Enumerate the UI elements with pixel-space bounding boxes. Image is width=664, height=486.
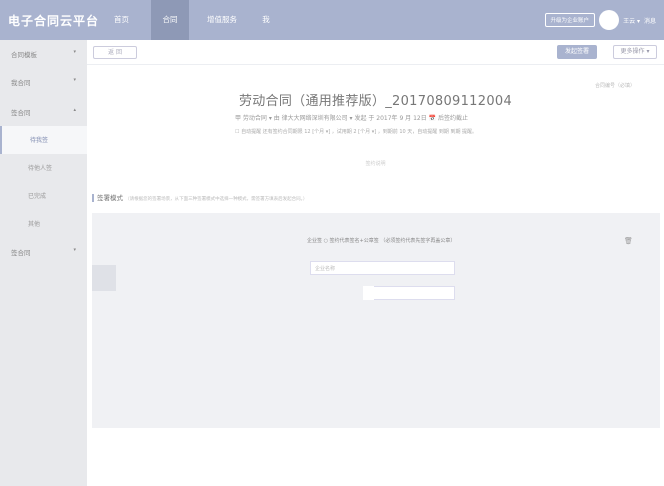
chevron-down-icon: ▾ xyxy=(73,49,76,55)
sidebar-sub-to-sign[interactable]: 待我签 xyxy=(0,126,87,154)
sidebar-sub-others-sign[interactable]: 待他人签 xyxy=(0,154,87,182)
section-title: 签署模式 xyxy=(97,194,123,202)
chevron-down-icon: ▾ xyxy=(73,77,76,83)
sidebar-sub-label: 其他 xyxy=(28,221,41,228)
signature-option-row[interactable]: 企业签 ○ 签约代表签名+公章签 （必须签约代表先签字再盖公章） xyxy=(307,237,455,244)
contract-title: 劳动合同（通用推荐版）_20170809112004 xyxy=(238,94,513,109)
upgrade-button[interactable]: 升级为企业账户 xyxy=(544,13,596,27)
field-input[interactable] xyxy=(365,286,455,300)
contract-reminder-line: ☐ 自动提醒 还有签约合同期限 12 [个月 ▾] ，试用期 2 [个月 ▾] … xyxy=(235,129,478,135)
contract-meta-line: 甲 劳动合同 ▾ 由 律大大网络深圳有限公司 ▾ 发起 于 2017年 9 月 … xyxy=(235,115,469,122)
signing-instructions-link[interactable]: 签约说明 xyxy=(87,160,664,167)
section-hint: （请根据您的签署场景，从下面三种签署模式中选择一种模式，需签署方填表后发起合同。… xyxy=(125,197,308,202)
sidebar-item-label: 签合同 xyxy=(11,109,31,117)
contract-number-field[interactable]: 合同编号（必填） xyxy=(595,82,635,89)
sidebar-item-label: 合同模板 xyxy=(11,51,37,59)
nav-me[interactable]: 我 xyxy=(254,0,278,40)
sidebar-sub-label: 已完成 xyxy=(28,193,47,200)
sidebar-item-label: 签合同 xyxy=(11,249,31,257)
sidebar-sub-completed[interactable]: 已完成 xyxy=(0,182,87,210)
top-navbar: 电子合同云平台 首页 合同 增值服务 我 升级为企业账户 王云 ▾ 消息 xyxy=(0,0,664,40)
return-button[interactable]: 返 回 xyxy=(93,46,137,59)
trash-icon[interactable]: 🗑 xyxy=(624,237,633,245)
divider xyxy=(87,64,664,65)
sidebar-sub-other[interactable]: 其他 xyxy=(0,210,87,238)
sidebar: 合同模板 ▾ 我合同 ▾ 签合同 ▴ 待我签 待他人签 已完成 其他 签合同 ▾ xyxy=(0,40,87,486)
more-actions-button[interactable]: 更多操作 ▾ xyxy=(613,45,657,59)
sidebar-sub-label: 待他人签 xyxy=(28,165,53,172)
sidebar-item-sign-contracts-2[interactable]: 签合同 ▾ xyxy=(0,238,87,266)
section-accent-bar xyxy=(92,194,94,202)
nav-home[interactable]: 首页 xyxy=(105,0,138,40)
brand-logo: 电子合同云平台 xyxy=(8,14,100,28)
sidebar-sub-label: 待我签 xyxy=(30,137,49,144)
signers-panel xyxy=(92,213,660,428)
nav-contracts[interactable]: 合同 xyxy=(151,0,189,40)
main-content: 返 回 发起签署 更多操作 ▾ 合同编号（必填） 劳动合同（通用推荐版）_201… xyxy=(87,40,664,486)
sidebar-item-sign-contracts[interactable]: 签合同 ▴ xyxy=(0,98,87,126)
sidebar-item-templates[interactable]: 合同模板 ▾ xyxy=(0,40,87,68)
nav-value-added[interactable]: 增值服务 xyxy=(200,0,244,40)
sidebar-item-label: 我合同 xyxy=(11,79,31,87)
row-tag xyxy=(92,265,116,291)
messages-link[interactable]: 消息 xyxy=(644,16,656,25)
signing-mode-heading: 签署模式 （请根据您的签署场景，从下面三种签署模式中选择一种模式，需签署方填表后… xyxy=(92,192,307,202)
user-menu[interactable]: 王云 ▾ xyxy=(623,16,640,25)
chevron-up-icon: ▴ xyxy=(73,107,76,113)
spacer-80 xyxy=(365,286,373,300)
send-for-signing-button[interactable]: 发起签署 xyxy=(557,45,597,59)
avatar[interactable] xyxy=(599,10,620,30)
chevron-down-icon: ▾ xyxy=(73,247,76,253)
sidebar-item-my-contracts[interactable]: 我合同 ▾ xyxy=(0,68,87,96)
company-name-input[interactable]: 企业名称 xyxy=(310,261,455,275)
